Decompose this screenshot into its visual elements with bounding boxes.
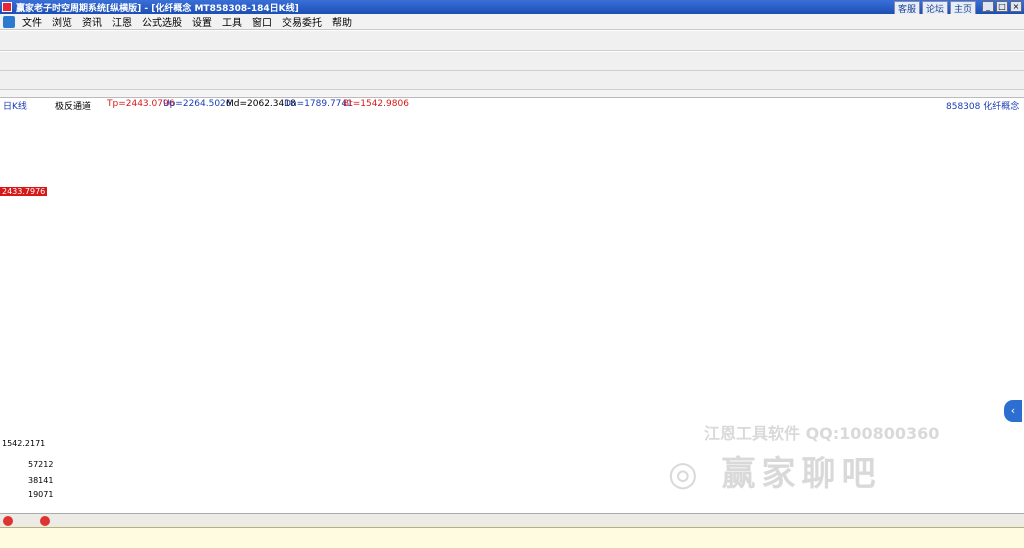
menu-gann[interactable]: 江恩 [107, 14, 137, 29]
quote-banner [0, 527, 1024, 548]
volume-tick-2: 38141 [28, 476, 54, 485]
main-toolbar [0, 31, 1024, 51]
menu-bar: 文件 浏览 资讯 江恩 公式选股 设置 工具 窗口 交易委托 帮助 [0, 14, 1024, 30]
menu-news[interactable]: 资讯 [77, 14, 107, 29]
watermark-text: 江恩工具软件 QQ:100800360 [704, 424, 940, 443]
app-menu-icon[interactable] [3, 15, 15, 28]
app-window: { "window": { "title": "赢家老子时空周期系统[纵横版] … [0, 0, 1024, 548]
date-ruler [0, 90, 1024, 98]
volume-tick-1: 57212 [28, 460, 54, 469]
menu-settings[interactable]: 设置 [187, 14, 217, 29]
status-bar [0, 513, 1024, 527]
menu-tools[interactable]: 工具 [217, 14, 247, 29]
index-sh-icon [3, 515, 13, 526]
indicator-info-line: 日K线 极反通道 Tp=2443.0796 Up=2264.5026 Md=20… [0, 99, 1024, 112]
analysis-toolbar [0, 71, 1024, 90]
menu-file[interactable]: 文件 [17, 14, 47, 29]
drawing-toolbar [0, 52, 1024, 71]
side-scroll-button[interactable]: ‹ [1004, 400, 1022, 422]
menu-trade[interactable]: 交易委托 [277, 14, 327, 29]
title-bar: 赢家老子时空周期系统[纵横版] - [化纤概念 MT858308-184日K线]… [0, 0, 1024, 16]
minimize-button[interactable]: _ [982, 1, 994, 12]
menu-help[interactable]: 帮助 [327, 14, 357, 29]
sz-index-value[interactable] [54, 516, 70, 526]
close-button[interactable]: × [1010, 1, 1022, 12]
volume-tick-3: 19071 [28, 490, 54, 499]
up-value: Up=2264.5026 [163, 99, 232, 109]
volume-max-label: 1542.2171 [2, 439, 46, 448]
menu-browse[interactable]: 浏览 [47, 14, 77, 29]
menu-formula[interactable]: 公式选股 [137, 14, 187, 29]
sh-index-value[interactable] [17, 516, 33, 526]
app-icon [2, 2, 12, 12]
bt-value: Bt=1542.9806 [343, 99, 409, 109]
watermark-logo: ◎ 赢家聊吧 [668, 454, 882, 494]
menu-window[interactable]: 窗口 [247, 14, 277, 29]
index-sz-icon [40, 515, 50, 526]
window-title: 赢家老子时空周期系统[纵横版] - [化纤概念 MT858308-184日K线] [16, 4, 299, 14]
current-price-tag: 2433.7976 [0, 187, 48, 196]
maximize-button[interactable]: □ [996, 1, 1008, 12]
